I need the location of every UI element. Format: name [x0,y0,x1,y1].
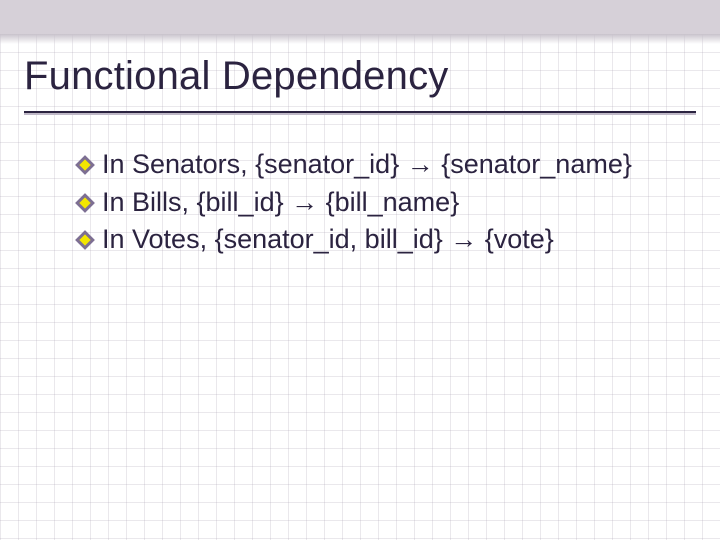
diamond-bullet-icon [78,233,92,247]
list-item-text: In Votes, {senator_id, bill_id} → {vote} [102,222,696,258]
list-item: In Bills, {bill_id} → {bill_name} [78,185,696,221]
list-item: In Votes, {senator_id, bill_id} → {vote} [78,222,696,258]
list-item: In Senators, {senator_id} → {senator_nam… [78,147,696,183]
diamond-bullet-icon [78,196,92,210]
slide-content: Functional Dependency In Senators, {sena… [24,48,696,520]
title-underline [24,111,696,113]
bullet-list: In Senators, {senator_id} → {senator_nam… [24,147,696,258]
list-item-text: In Bills, {bill_id} → {bill_name} [102,185,696,221]
diamond-bullet-icon [78,158,92,172]
slide-title: Functional Dependency [24,48,696,109]
top-strip [0,0,720,34]
top-strip-shadow [0,34,720,44]
list-item-text: In Senators, {senator_id} → {senator_nam… [102,147,696,183]
